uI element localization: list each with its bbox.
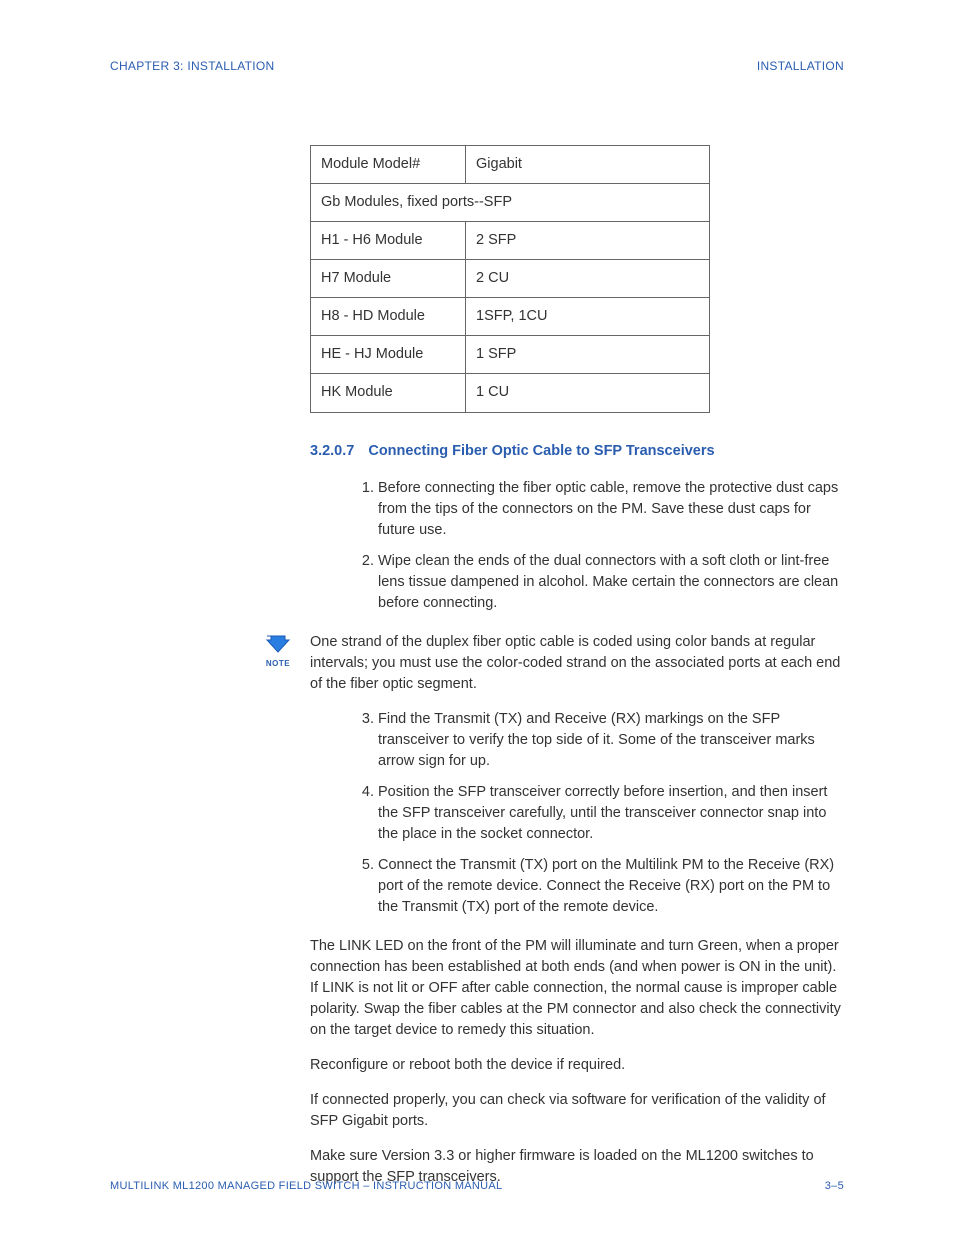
header-chapter: CHAPTER 3: INSTALLATION bbox=[110, 58, 275, 75]
list-item: 1. Before connecting the fiber optic cab… bbox=[354, 478, 844, 541]
step-number: 1. bbox=[354, 478, 374, 499]
table-cell: Gb Modules, fixed ports--SFP bbox=[311, 184, 710, 222]
paragraph: If connected properly, you can check via… bbox=[310, 1090, 844, 1132]
table-cell: H7 Module bbox=[311, 260, 466, 298]
table-row: Gb Modules, fixed ports--SFP bbox=[311, 184, 710, 222]
table-cell: H8 - HD Module bbox=[311, 298, 466, 336]
step-text: Connect the Transmit (TX) port on the Mu… bbox=[378, 857, 834, 915]
table-row: HE - HJ Module 1 SFP bbox=[311, 336, 710, 374]
table-cell: HK Module bbox=[311, 374, 466, 412]
step-text: Find the Transmit (TX) and Receive (RX) … bbox=[378, 711, 815, 769]
page-header: CHAPTER 3: INSTALLATION INSTALLATION bbox=[110, 58, 844, 75]
header-section: INSTALLATION bbox=[757, 58, 844, 75]
table-row: H1 - H6 Module 2 SFP bbox=[311, 222, 710, 260]
note-block: NOTE One strand of the duplex fiber opti… bbox=[266, 632, 844, 695]
table-cell: HE - HJ Module bbox=[311, 336, 466, 374]
table-row: H8 - HD Module 1SFP, 1CU bbox=[311, 298, 710, 336]
steps-list-b: 3. Find the Transmit (TX) and Receive (R… bbox=[310, 709, 844, 918]
note-label: NOTE bbox=[260, 658, 296, 670]
table-cell: 1SFP, 1CU bbox=[466, 298, 710, 336]
section-heading: 3.2.0.7 Connecting Fiber Optic Cable to S… bbox=[310, 441, 844, 462]
page-footer: MULTILINK ML1200 MANAGED FIELD SWITCH – … bbox=[110, 1179, 844, 1195]
steps-list-a: 1. Before connecting the fiber optic cab… bbox=[310, 478, 844, 614]
list-item: 5. Connect the Transmit (TX) port on the… bbox=[354, 855, 844, 918]
step-number: 5. bbox=[354, 855, 374, 876]
table-cell: 1 CU bbox=[466, 374, 710, 412]
paragraph: Reconfigure or reboot both the device if… bbox=[310, 1055, 844, 1076]
table-cell: Module Model# bbox=[311, 146, 466, 184]
step-number: 2. bbox=[354, 551, 374, 572]
footer-page-number: 3–5 bbox=[825, 1179, 844, 1195]
table-row: H7 Module 2 CU bbox=[311, 260, 710, 298]
list-item: 2. Wipe clean the ends of the dual conne… bbox=[354, 551, 844, 614]
note-text: One strand of the duplex fiber optic cab… bbox=[310, 632, 844, 695]
table-cell: H1 - H6 Module bbox=[311, 222, 466, 260]
module-table: Module Model# Gigabit Gb Modules, fixed … bbox=[310, 145, 710, 412]
table-row: HK Module 1 CU bbox=[311, 374, 710, 412]
section-number: 3.2.0.7 bbox=[310, 443, 354, 459]
footer-title: MULTILINK ML1200 MANAGED FIELD SWITCH – … bbox=[110, 1179, 502, 1195]
table-row: Module Model# Gigabit bbox=[311, 146, 710, 184]
list-item: 4. Position the SFP transceiver correctl… bbox=[354, 782, 844, 845]
table-cell: 2 SFP bbox=[466, 222, 710, 260]
table-cell: 1 SFP bbox=[466, 336, 710, 374]
note-icon: NOTE bbox=[260, 634, 296, 670]
table-cell: Gigabit bbox=[466, 146, 710, 184]
paragraph: The LINK LED on the front of the PM will… bbox=[310, 936, 844, 1041]
step-text: Position the SFP transceiver correctly b… bbox=[378, 784, 827, 842]
list-item: 3. Find the Transmit (TX) and Receive (R… bbox=[354, 709, 844, 772]
step-number: 3. bbox=[354, 709, 374, 730]
table-cell: 2 CU bbox=[466, 260, 710, 298]
content-area: Module Model# Gigabit Gb Modules, fixed … bbox=[310, 145, 844, 1188]
section-title: Connecting Fiber Optic Cable to SFP Tran… bbox=[368, 443, 714, 459]
step-number: 4. bbox=[354, 782, 374, 803]
step-text: Wipe clean the ends of the dual connecto… bbox=[378, 553, 838, 611]
step-text: Before connecting the fiber optic cable,… bbox=[378, 480, 838, 538]
